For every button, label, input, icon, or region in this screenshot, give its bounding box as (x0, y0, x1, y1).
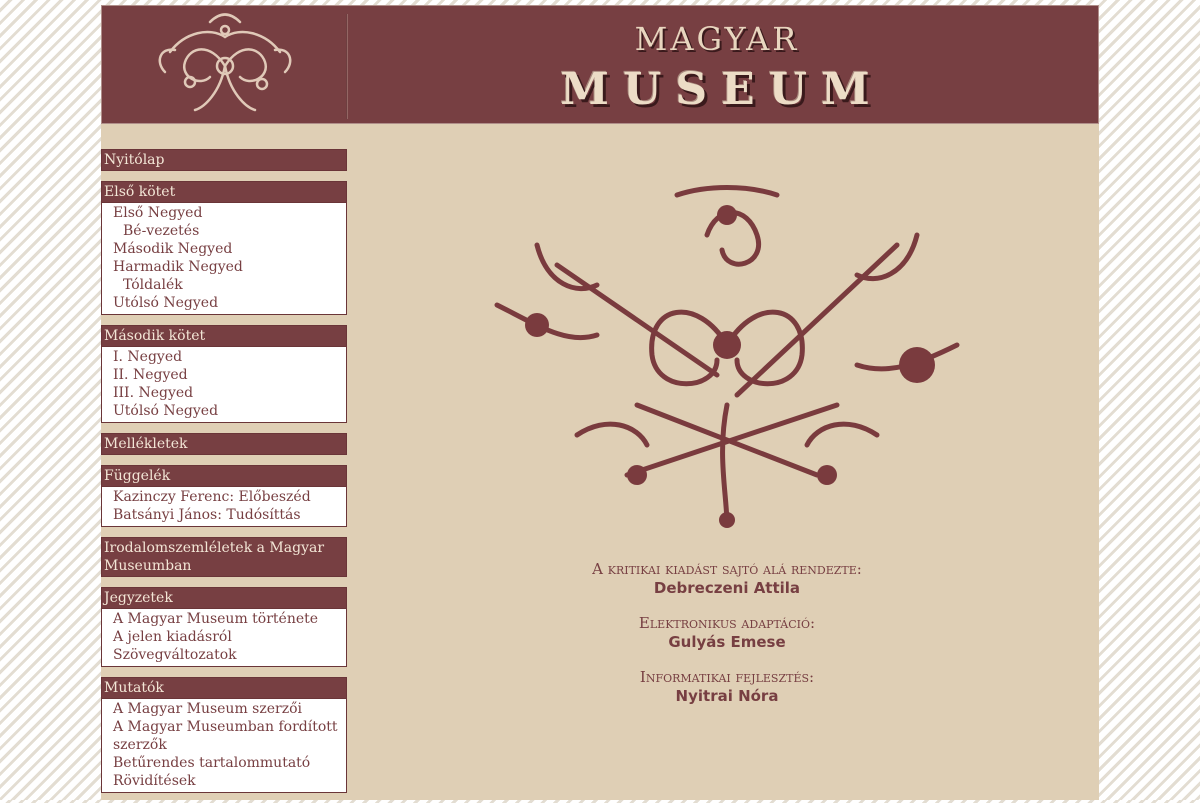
sidebar-link[interactable]: Első Negyed (102, 204, 346, 222)
sidebar-nav: Nyitólap Első kötet Első Negyed Bé-vezetés M… (101, 149, 347, 803)
site-title-top: MAGYAR (634, 20, 800, 58)
sidebar-section: Irodalomszemléletek a Magyar Museumban (101, 537, 347, 577)
banner-divider (346, 14, 348, 119)
sidebar-section: Második kötet I. Negyed II. Negyed III. Neg… (101, 325, 347, 423)
sidebar-link[interactable]: Bé-vezetés (102, 222, 346, 240)
sidebar-link[interactable]: A Magyar Museumban fordított szerzők (102, 718, 346, 754)
banner: MAGYAR MUSEUM (101, 5, 1099, 124)
sidebar-link[interactable]: A Magyar Museum szerzői (102, 700, 346, 718)
floral-ornament-icon (158, 13, 292, 112)
sidebar-section-title[interactable]: Függelék (101, 465, 347, 487)
sidebar-link[interactable]: Utólsó Negyed (102, 294, 346, 312)
sidebar-link[interactable]: Rövidítések (102, 772, 346, 790)
sidebar-link[interactable]: Tóldalék (102, 276, 346, 294)
sidebar-link[interactable]: Harmadik Negyed (102, 258, 346, 276)
sidebar-section: Függelék Kazinczy Ferenc: Előbeszéd Batsán… (101, 465, 347, 527)
credit-role: Informatikai fejlesztés: (639, 668, 815, 686)
sidebar-section-title[interactable]: Nyitólap (101, 149, 347, 171)
sidebar-section-list: A Magyar Museum története A jelen kiadásr… (101, 609, 347, 667)
credit-role: A kritikai kiadást sajtó alá rendezte: (592, 560, 862, 578)
credit-role: Elektronikus adaptáció: (638, 614, 816, 632)
floral-trumpet-ornament (494, 185, 960, 528)
credit-name: Gulyás Emese (668, 633, 786, 651)
sidebar-section-title[interactable]: Első kötet (101, 181, 347, 203)
sidebar-section: Nyitólap (101, 149, 347, 171)
sidebar-section-list: A Magyar Museum szerzői A Magyar Museumba… (101, 699, 347, 793)
sidebar-link[interactable]: Utólsó Negyed (102, 402, 346, 420)
sidebar-section: Első kötet Első Negyed Bé-vezetés Második N… (101, 181, 347, 315)
sidebar-link[interactable]: Szövegváltozatok (102, 646, 346, 664)
credit-name: Nyitrai Nóra (675, 687, 779, 705)
sidebar-link[interactable]: Batsányi János: Tudósíttás (102, 506, 346, 524)
sidebar-link[interactable]: Kazinczy Ferenc: Előbeszéd (102, 488, 346, 506)
sidebar-section-title[interactable]: Mutatók (101, 677, 347, 699)
credit-name: Debreczeni Attila (653, 579, 801, 597)
sidebar-section-title[interactable]: Irodalomszemléletek a Magyar Museumban (101, 537, 347, 577)
credits-block: A kritikai kiadást sajtó alá rendezte: De… (447, 560, 1007, 722)
sidebar-section-title[interactable]: Második kötet (101, 325, 347, 347)
sidebar-link[interactable]: Második Negyed (102, 240, 346, 258)
sidebar-section: Jegyzetek A Magyar Museum története A jele… (101, 587, 347, 667)
sidebar-link[interactable]: A Magyar Museum története (102, 610, 346, 628)
sidebar-link[interactable]: III. Negyed (102, 384, 346, 402)
sidebar-section: Mutatók A Magyar Museum szerzői A Magyar M… (101, 677, 347, 793)
sidebar-section: Mellékletek (101, 433, 347, 455)
sidebar-section-list: I. Negyed II. Negyed III. Negyed Utólsó Neg… (101, 347, 347, 423)
sidebar-link[interactable]: I. Negyed (102, 348, 346, 366)
sidebar-section-list: Kazinczy Ferenc: Előbeszéd Batsányi János… (101, 487, 347, 527)
sidebar-link[interactable]: Betűrendes tartalommutató (102, 754, 346, 772)
sidebar-link[interactable]: II. Negyed (102, 366, 346, 384)
sidebar-section-list: Első Negyed Bé-vezetés Második Negyed Harma… (101, 203, 347, 315)
page: MAGYAR MUSEUM Nyitólap Első kötet Első Neg… (101, 5, 1099, 800)
site-title-main: MUSEUM (560, 64, 884, 115)
sidebar-link[interactable]: A jelen kiadásról (102, 628, 346, 646)
sidebar-section-title[interactable]: Mellékletek (101, 433, 347, 455)
sidebar-section-title[interactable]: Jegyzetek (101, 587, 347, 609)
